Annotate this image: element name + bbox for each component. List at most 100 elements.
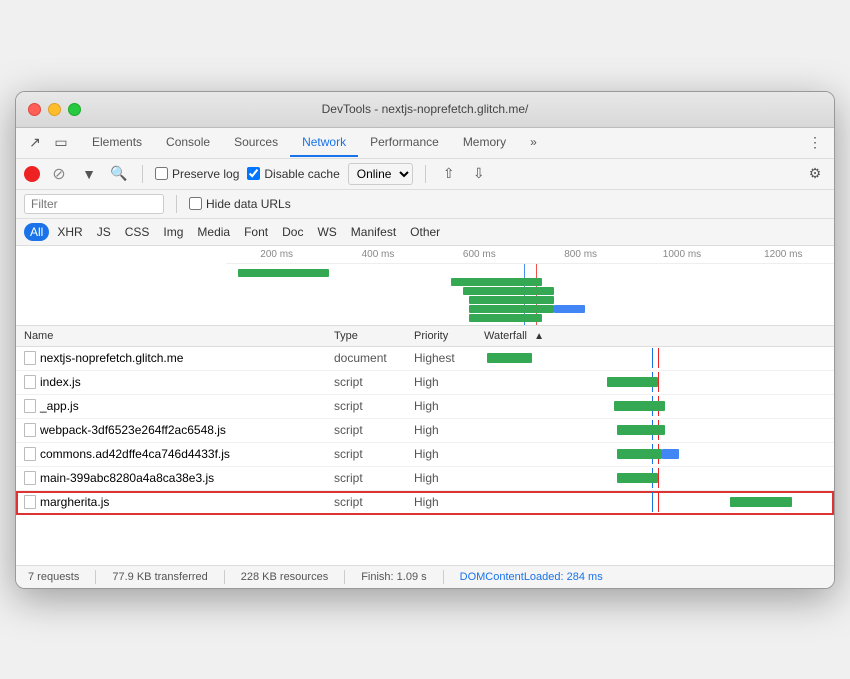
timeline-bar-1 <box>451 278 542 286</box>
table-row[interactable]: main-399abc8280a4a8ca38e3.js script High <box>16 467 834 491</box>
filter-icon[interactable]: ▼ <box>78 163 100 185</box>
ruler-tick-1000: 1000 ms <box>631 249 732 260</box>
table-row[interactable]: nextjs-noprefetch.glitch.me document Hig… <box>16 347 834 371</box>
file-icon-6 <box>24 495 36 509</box>
tab-console[interactable]: Console <box>154 129 222 157</box>
row-name-3: webpack-3df6523e264ff2ac6548.js <box>24 423 334 437</box>
ruler-tick-800: 800 ms <box>530 249 631 260</box>
tab-memory[interactable]: Memory <box>451 129 518 157</box>
header-priority[interactable]: Priority <box>414 330 484 342</box>
row-name-0: nextjs-noprefetch.glitch.me <box>24 351 334 365</box>
status-divider-4 <box>443 570 444 584</box>
type-btn-all[interactable]: All <box>24 223 49 241</box>
file-icon-0 <box>24 351 36 365</box>
preserve-log-checkbox[interactable] <box>155 167 168 180</box>
row-priority-6: High <box>414 495 484 509</box>
timeline-bar-3 <box>469 296 554 304</box>
row-priority-1: High <box>414 375 484 389</box>
table-row[interactable]: commons.ad42dffe4ca746d4433f.js script H… <box>16 443 834 467</box>
file-icon-1 <box>24 375 36 389</box>
divider-3 <box>176 195 177 213</box>
disable-cache-checkbox[interactable] <box>247 167 260 180</box>
status-finish: Finish: 1.09 s <box>361 571 426 583</box>
row-type-1: script <box>334 375 414 389</box>
file-icon-2 <box>24 399 36 413</box>
table-row[interactable]: index.js script High <box>16 371 834 395</box>
type-btn-img[interactable]: Img <box>157 223 189 241</box>
type-btn-doc[interactable]: Doc <box>276 223 309 241</box>
type-btn-font[interactable]: Font <box>238 223 274 241</box>
row-type-0: document <box>334 351 414 365</box>
inspect-icon[interactable]: ▭ <box>50 132 72 154</box>
table-header: Name Type Priority Waterfall ▲ <box>16 326 834 347</box>
type-btn-js[interactable]: JS <box>91 223 117 241</box>
tab-performance[interactable]: Performance <box>358 129 451 157</box>
settings-icon[interactable]: ⚙ <box>804 163 826 185</box>
timeline-bar-0 <box>238 269 329 277</box>
hide-data-urls-checkbox[interactable] <box>189 197 202 210</box>
timeline-bar-4-extra <box>554 305 584 313</box>
close-button[interactable] <box>28 103 41 116</box>
file-icon-4 <box>24 447 36 461</box>
header-type[interactable]: Type <box>334 330 414 342</box>
header-waterfall[interactable]: Waterfall ▲ <box>484 330 826 342</box>
status-divider-1 <box>95 570 96 584</box>
type-btn-css[interactable]: CSS <box>119 223 156 241</box>
tab-elements[interactable]: Elements <box>80 129 154 157</box>
preserve-log-label[interactable]: Preserve log <box>155 167 239 181</box>
row-name-5: main-399abc8280a4a8ca38e3.js <box>24 471 334 485</box>
type-btn-media[interactable]: Media <box>191 223 236 241</box>
devtools-window: DevTools - nextjs-noprefetch.glitch.me/ … <box>15 91 835 589</box>
row-priority-4: High <box>414 447 484 461</box>
search-icon[interactable]: 🔍 <box>108 163 130 185</box>
filter-input[interactable] <box>24 194 164 214</box>
ruler-tick-200: 200 ms <box>226 249 327 260</box>
filter-row: Hide data URLs <box>16 190 834 219</box>
row-name-6: margherita.js <box>24 495 334 509</box>
export-icon[interactable]: ⇩ <box>468 163 490 185</box>
type-btn-manifest[interactable]: Manifest <box>345 223 402 241</box>
divider-2 <box>425 165 426 183</box>
import-icon[interactable]: ⇧ <box>438 163 460 185</box>
row-type-2: script <box>334 399 414 413</box>
status-resources: 228 KB resources <box>241 571 328 583</box>
more-options-icon[interactable]: ⋮ <box>804 132 826 154</box>
row-waterfall-6 <box>484 495 826 509</box>
row-waterfall-4 <box>484 447 826 461</box>
tab-network[interactable]: Network <box>290 129 358 157</box>
table-row[interactable]: margherita.js script High <box>16 491 834 515</box>
minimize-button[interactable] <box>48 103 61 116</box>
tab-more[interactable]: » <box>518 129 549 157</box>
traffic-lights <box>28 103 81 116</box>
hide-data-urls-label[interactable]: Hide data URLs <box>189 197 291 211</box>
type-btn-ws[interactable]: WS <box>311 223 342 241</box>
divider-1 <box>142 165 143 183</box>
table-row[interactable]: webpack-3df6523e264ff2ac6548.js script H… <box>16 419 834 443</box>
row-priority-2: High <box>414 399 484 413</box>
row-name-4: commons.ad42dffe4ca746d4433f.js <box>24 447 334 461</box>
record-button[interactable] <box>24 166 40 182</box>
row-waterfall-1 <box>484 375 826 389</box>
maximize-button[interactable] <box>68 103 81 116</box>
table-row[interactable]: _app.js script High <box>16 395 834 419</box>
table-body: nextjs-noprefetch.glitch.me document Hig… <box>16 347 834 565</box>
row-priority-3: High <box>414 423 484 437</box>
row-waterfall-2 <box>484 399 826 413</box>
titlebar: DevTools - nextjs-noprefetch.glitch.me/ <box>16 92 834 128</box>
disable-cache-label[interactable]: Disable cache <box>247 167 339 181</box>
status-divider-3 <box>344 570 345 584</box>
clear-button[interactable]: ⊘ <box>48 163 70 185</box>
header-name[interactable]: Name <box>24 330 334 342</box>
type-btn-other[interactable]: Other <box>404 223 446 241</box>
tabs-container: Elements Console Sources Network Perform… <box>80 129 804 156</box>
timeline-bar-2 <box>463 287 554 295</box>
status-dom-loaded: DOMContentLoaded: 284 ms <box>460 571 603 583</box>
tab-sources[interactable]: Sources <box>222 129 290 157</box>
cursor-icon[interactable]: ↗ <box>24 132 46 154</box>
timeline-bar-4 <box>469 305 554 313</box>
status-divider-2 <box>224 570 225 584</box>
row-type-5: script <box>334 471 414 485</box>
type-btn-xhr[interactable]: XHR <box>51 223 88 241</box>
throttling-select[interactable]: Online <box>348 163 413 185</box>
sort-arrow-icon: ▲ <box>534 331 544 342</box>
